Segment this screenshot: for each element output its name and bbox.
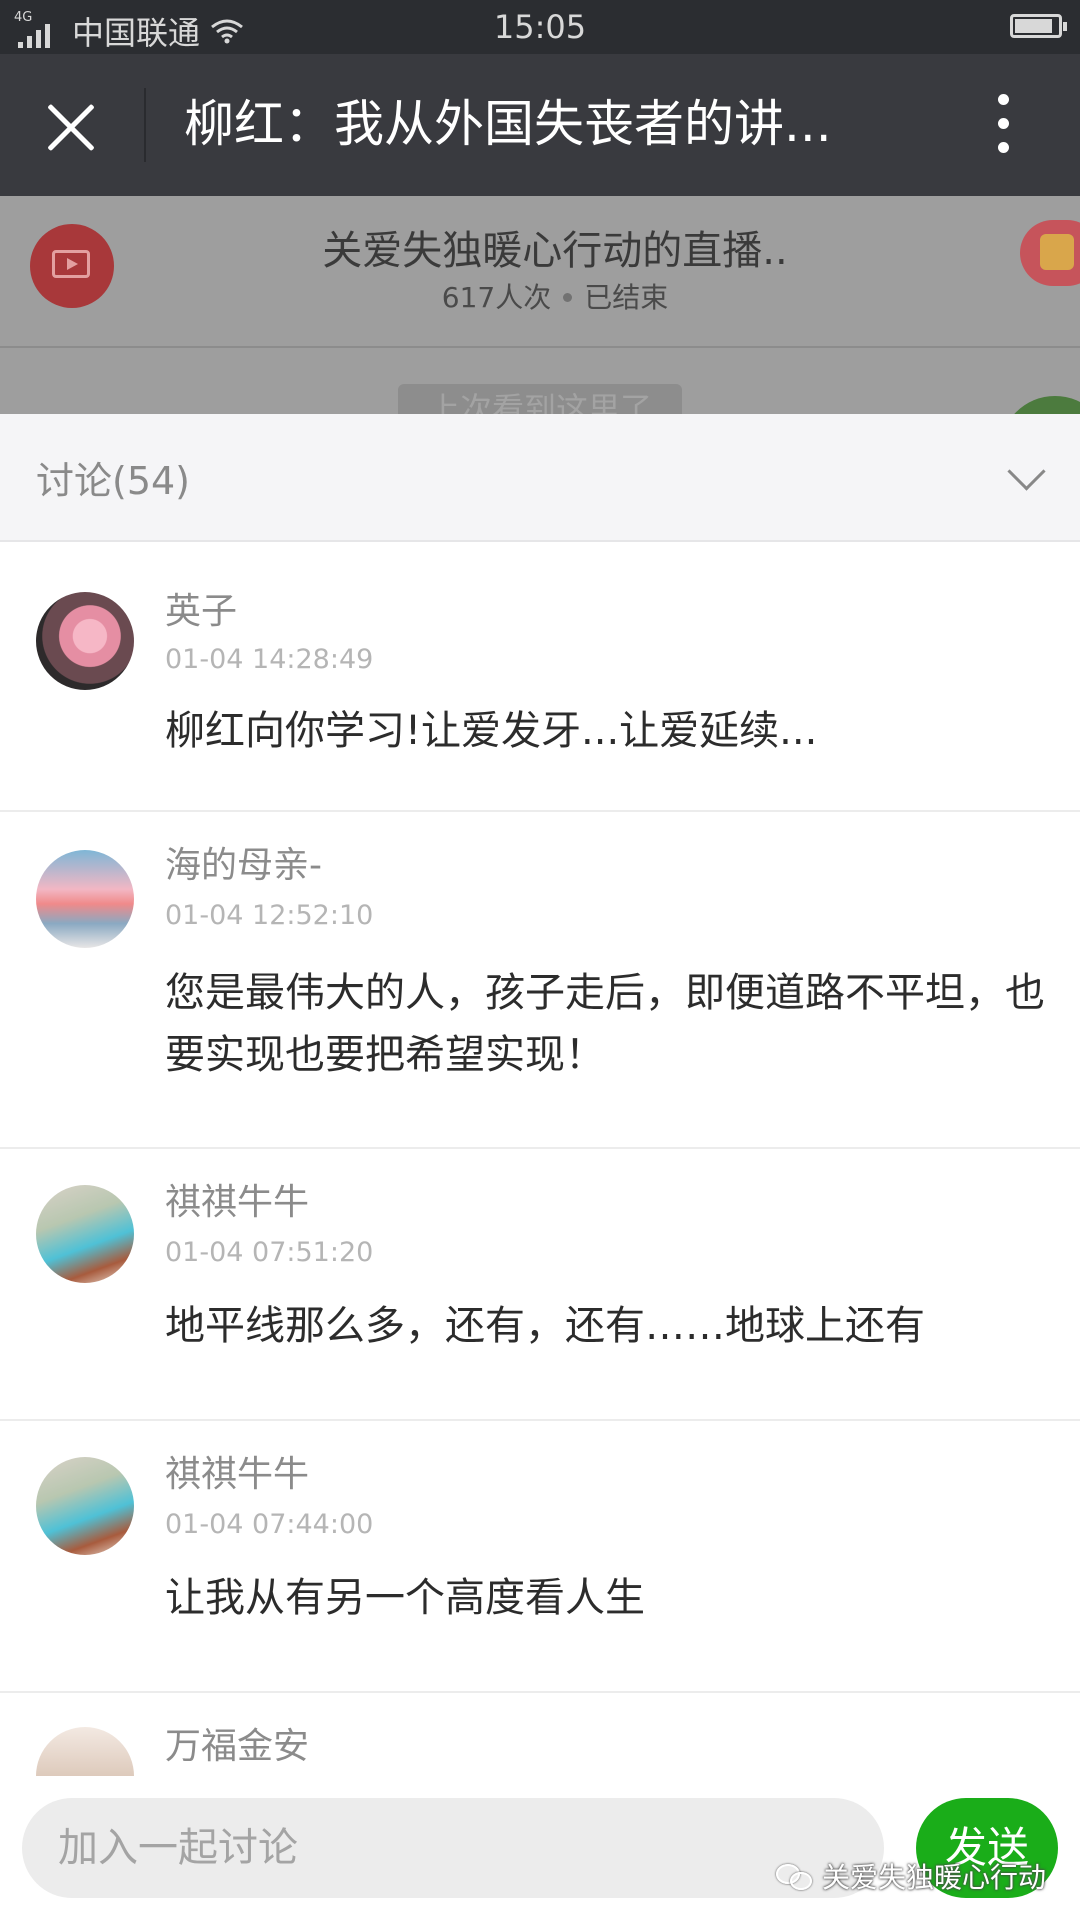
comment-time: 01-04 07:44:00 — [165, 1509, 374, 1540]
watermark-text: 关爱失独暖心行动 — [821, 1861, 1046, 1894]
comment-author: 祺祺牛牛 — [165, 1454, 310, 1495]
comment-text: 让我从有另一个高度看人生 — [165, 1575, 645, 1621]
live-meta: 617人次 已结束 — [0, 276, 1080, 316]
last-seen-marker[interactable]: 上次看到这里了 — [398, 384, 682, 414]
close-icon[interactable] — [44, 100, 98, 154]
comment-author: 英子 — [165, 591, 238, 632]
avatar[interactable] — [36, 592, 134, 690]
comment-author: 海的母亲- — [165, 845, 322, 886]
discussion-panel: 讨论(54) 英子 01-04 14:28:49 柳红向你学习!让爱发牙...让… — [0, 414, 1080, 1920]
status-bar: 4G 中国联通 15:05 — [0, 0, 1080, 54]
more-options-icon[interactable] — [998, 94, 1010, 154]
comment-input[interactable] — [22, 1798, 884, 1898]
live-status: 已结束 — [584, 281, 669, 314]
avatar[interactable] — [36, 850, 134, 948]
avatar[interactable] — [36, 1185, 134, 1283]
battery-icon — [1010, 14, 1067, 38]
comment-time: 01-04 07:51:20 — [165, 1237, 374, 1268]
live-info: 关爱失独暖心行动的直播.. 617人次 已结束 上次看到这里了 — [0, 196, 1080, 414]
divider — [0, 346, 1080, 348]
watermark: 关爱失独暖心行动 — [775, 1856, 1046, 1896]
comment-item: 祺祺牛牛 01-04 07:51:20 地平线那么多，还有，还有……地球上还有 — [0, 1149, 1080, 1421]
viewer-count: 617人次 — [441, 281, 552, 314]
avatar[interactable] — [36, 1457, 134, 1555]
gift-badge[interactable] — [1020, 220, 1080, 286]
comment-text: 柳红向你学习!让爱发牙...让爱延续... — [165, 708, 818, 754]
divider — [144, 88, 146, 162]
discussion-header[interactable]: 讨论(54) — [0, 414, 1080, 542]
comment-text: 您是最伟大的人，孩子走后，即便道路不平坦，也要实现也要把希望实现！ — [165, 970, 1045, 1078]
title-bar: 柳红：我从外国失丧者的讲... — [0, 54, 1080, 196]
comment-item: 海的母亲- 01-04 12:52:10 您是最伟大的人，孩子走后，即便道路不平… — [0, 812, 1080, 1149]
chevron-down-icon[interactable] — [1007, 452, 1046, 491]
comment-item: 祺祺牛牛 01-04 07:44:00 让我从有另一个高度看人生 — [0, 1421, 1080, 1693]
cube-icon — [1040, 234, 1074, 270]
clock: 15:05 — [493, 8, 587, 46]
comment-text: 地平线那么多，还有，还有……地球上还有 — [165, 1303, 925, 1349]
wechat-icon — [775, 1862, 814, 1890]
discussion-count: 讨论(54) — [36, 459, 191, 503]
avatar — [1000, 396, 1080, 414]
comment-author: 祺祺牛牛 — [165, 1182, 310, 1223]
comment-input-bar: 发送 关爱失独暖心行动 — [0, 1776, 1080, 1920]
comment-author: 万福金安 — [165, 1726, 310, 1767]
comment-time: 01-04 14:28:49 — [165, 644, 374, 675]
comment-item: 英子 01-04 14:28:49 柳红向你学习!让爱发牙...让爱延续... — [0, 540, 1080, 812]
live-title: 关爱失独暖心行动的直播.. — [322, 228, 788, 274]
comment-time: 01-04 12:52:10 — [165, 900, 374, 931]
page-title: 柳红：我从外国失丧者的讲... — [184, 95, 832, 153]
